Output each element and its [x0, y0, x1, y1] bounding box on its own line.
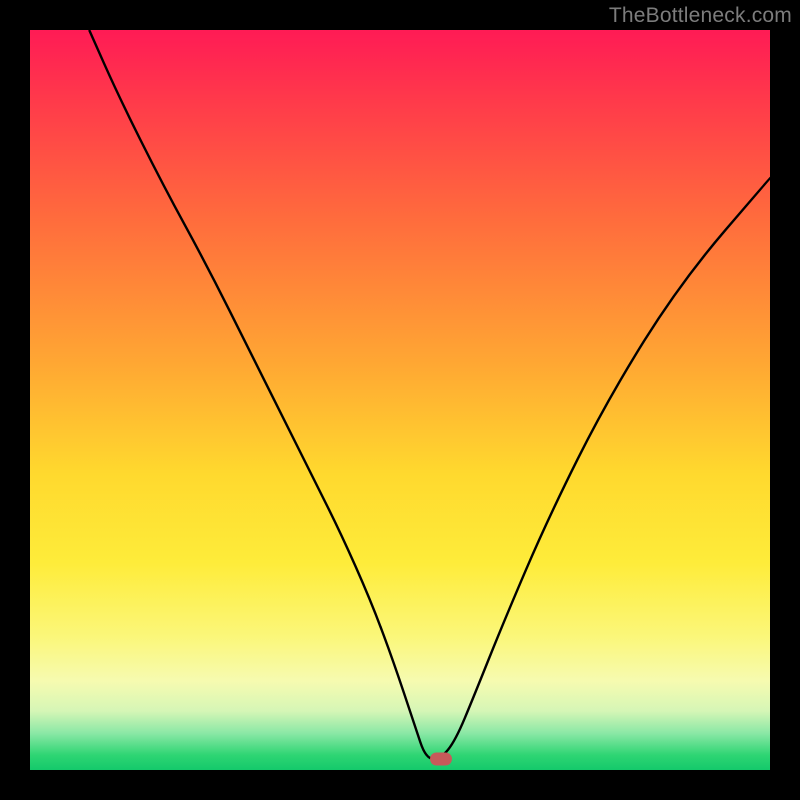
chart-frame: TheBottleneck.com — [0, 0, 800, 800]
curve-path — [89, 30, 770, 759]
plot-area — [30, 30, 770, 770]
min-marker — [430, 752, 452, 765]
watermark-text: TheBottleneck.com — [609, 4, 792, 28]
bottleneck-curve — [30, 30, 770, 770]
